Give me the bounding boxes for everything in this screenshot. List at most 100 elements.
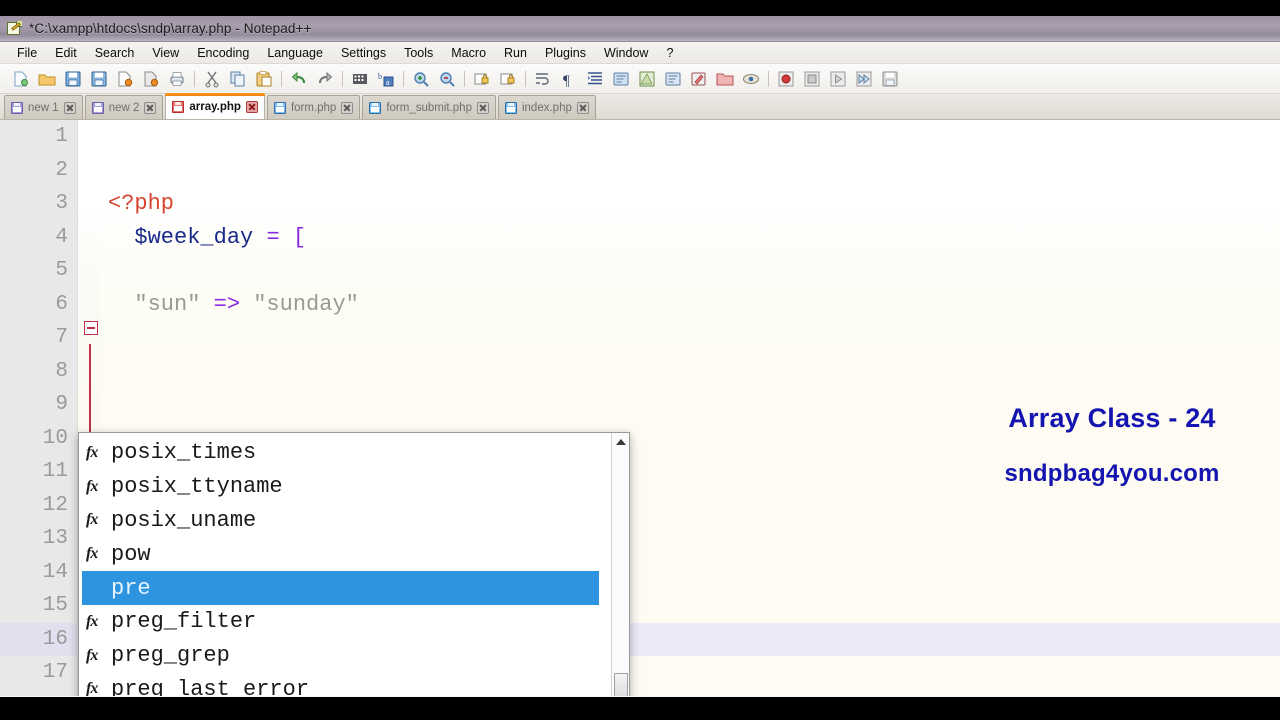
code-line[interactable]: 8 (0, 355, 1280, 389)
user-defined-language-icon[interactable] (608, 67, 634, 91)
zoom-in-icon[interactable] (408, 67, 434, 91)
autocomplete-item[interactable]: fx preg_filter (82, 605, 611, 639)
file-save-state-icon (172, 100, 185, 113)
fold-collapse-icon[interactable] (84, 321, 98, 335)
scrollbar-thumb[interactable] (614, 673, 628, 696)
close-all-icon[interactable] (138, 67, 164, 91)
code-text[interactable]: $week_day = [ (100, 221, 1280, 255)
folder-as-workspace-icon[interactable] (712, 67, 738, 91)
function-list-icon[interactable] (660, 67, 686, 91)
autocomplete-item[interactable]: fx pow (82, 537, 611, 571)
menu-item-plugins[interactable]: Plugins (536, 43, 595, 63)
record-macro-icon[interactable] (773, 67, 799, 91)
close-file-icon[interactable] (112, 67, 138, 91)
autocomplete-item[interactable]: fx posix_uname (82, 504, 611, 538)
replace-icon[interactable]: ba (373, 67, 399, 91)
menu-item-window[interactable]: Window (595, 43, 657, 63)
open-file-icon[interactable] (34, 67, 60, 91)
paste-icon[interactable] (251, 67, 277, 91)
save-icon[interactable] (60, 67, 86, 91)
tab-close-icon[interactable] (245, 100, 258, 113)
autocomplete-scrollbar[interactable] (611, 433, 629, 696)
document-map-icon[interactable] (634, 67, 660, 91)
stop-recording-icon[interactable] (799, 67, 825, 91)
autocomplete-item-label: preg_grep (111, 643, 230, 669)
autocomplete-item-selected[interactable]: pre (82, 571, 599, 605)
code-text[interactable]: "sun" => "sunday" (100, 288, 1280, 322)
sync-vertical-scroll-icon[interactable] (469, 67, 495, 91)
menu-item-file[interactable]: File (8, 43, 46, 63)
tab-close-icon[interactable] (341, 101, 354, 114)
title-bar: *C:\xampp\htdocs\sndp\array.php - Notepa… (0, 16, 1280, 42)
menu-item-settings[interactable]: Settings (332, 43, 395, 63)
menu-item-encoding[interactable]: Encoding (188, 43, 258, 63)
fold-cell (78, 288, 100, 322)
autocomplete-list[interactable]: fx posix_times fx posix_ttyname fx posix_unam… (79, 433, 611, 696)
monitor-icon[interactable] (738, 67, 764, 91)
file-save-state-icon (91, 101, 104, 114)
autocomplete-item[interactable]: fx preg_last_error (82, 673, 611, 696)
code-text[interactable]: <?php (100, 187, 1280, 221)
autocomplete-item[interactable]: fx posix_times (82, 436, 611, 470)
tab-close-icon[interactable] (63, 101, 76, 114)
zoom-out-icon[interactable] (434, 67, 460, 91)
indent-guide-icon[interactable] (582, 67, 608, 91)
undo-icon[interactable] (286, 67, 312, 91)
toolbar-separator (338, 70, 347, 88)
scroll-up-arrow-icon[interactable] (612, 433, 629, 450)
autocomplete-item-label: pre (111, 575, 151, 601)
menu-item-view[interactable]: View (143, 43, 188, 63)
code-line[interactable]: 6 "sun" => "sunday" (0, 288, 1280, 322)
menu-item-language[interactable]: Language (258, 43, 332, 63)
line-number: 11 (42, 460, 68, 483)
document-tab-new-1[interactable]: new 1 (4, 95, 83, 119)
copy-icon[interactable] (225, 67, 251, 91)
menu-item-[interactable]: ? (657, 43, 682, 63)
menu-item-search[interactable]: Search (86, 43, 144, 63)
cut-icon[interactable] (199, 67, 225, 91)
document-tab-new-2[interactable]: new 2 (84, 95, 164, 119)
menu-item-macro[interactable]: Macro (442, 43, 495, 63)
code-line[interactable]: 2 (0, 154, 1280, 188)
print-icon[interactable] (164, 67, 190, 91)
run-multiple-icon[interactable] (851, 67, 877, 91)
svg-text:¶: ¶ (563, 73, 570, 88)
show-all-characters-icon[interactable]: ¶ (556, 67, 582, 91)
menu-item-run[interactable]: Run (495, 43, 536, 63)
new-file-icon[interactable] (8, 67, 34, 91)
document-tab-array-php[interactable]: array.php (165, 93, 265, 119)
code-line[interactable]: 1 (0, 120, 1280, 154)
screenshot-root: *C:\xampp\htdocs\sndp\array.php - Notepa… (0, 0, 1280, 720)
tab-close-icon[interactable] (576, 101, 589, 114)
redo-icon[interactable] (312, 67, 338, 91)
document-tab-form-php[interactable]: form.php (266, 95, 361, 119)
show-untitled-icon[interactable] (686, 67, 712, 91)
fold-cell (78, 154, 100, 188)
tab-close-icon[interactable] (144, 101, 157, 114)
autocomplete-popup[interactable]: fx posix_times fx posix_ttyname fx posix_unam… (78, 432, 630, 696)
function-fx-icon: fx (86, 680, 98, 696)
document-tab-index-php[interactable]: index.php (497, 95, 596, 119)
word-wrap-icon[interactable] (530, 67, 556, 91)
autocomplete-item[interactable]: fx preg_grep (82, 639, 611, 673)
menu-item-tools[interactable]: Tools (395, 43, 442, 63)
letterbox-top (0, 0, 1280, 16)
menu-item-edit[interactable]: Edit (46, 43, 86, 63)
autocomplete-item[interactable]: fx posix_ttyname (82, 470, 611, 504)
code-line[interactable]: 3 <?php (0, 187, 1280, 221)
code-line[interactable]: 7 (0, 321, 1280, 355)
code-editor[interactable]: 1 2 3 <?php 4 $week_day = [5 6 "sun" => "sund… (0, 120, 1280, 696)
playback-icon[interactable] (825, 67, 851, 91)
tab-close-icon[interactable] (476, 101, 489, 114)
sync-horizontal-scroll-icon[interactable] (495, 67, 521, 91)
code-line[interactable]: 4 $week_day = [ (0, 221, 1280, 255)
find-icon[interactable] (347, 67, 373, 91)
save-all-icon[interactable] (86, 67, 112, 91)
line-number: 10 (42, 426, 68, 450)
line-number: 9 (55, 393, 68, 416)
autocomplete-item-label: preg_last_error (111, 676, 310, 696)
code-line[interactable]: 5 (0, 254, 1280, 288)
autocomplete-item-label: pow (111, 541, 151, 567)
save-macro-icon[interactable] (877, 67, 903, 91)
document-tab-form-submit-php[interactable]: form_submit.php (362, 95, 496, 119)
